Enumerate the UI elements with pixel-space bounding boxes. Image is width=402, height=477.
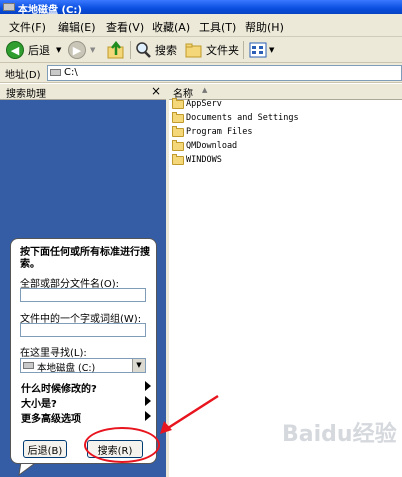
- lookin-select[interactable]: 本地磁盘 (C:) ▼: [20, 358, 146, 374]
- watermark: Baidu经验: [282, 422, 397, 447]
- phrase-input[interactable]: [20, 323, 146, 337]
- lookin-label: 在这里寻找(L):: [20, 348, 87, 359]
- back-button[interactable]: ◀ 后退 ▼: [6, 40, 61, 60]
- file-name: WINDOWS: [186, 155, 222, 165]
- option-label: 更多高级选项: [21, 414, 81, 425]
- chevron-down-icon: ▼: [90, 46, 96, 54]
- forward-button[interactable]: ▶ ▼: [68, 40, 95, 60]
- expand-arrow-icon: [145, 381, 151, 391]
- file-item[interactable]: Documents and Settings: [172, 111, 299, 125]
- back-search-button[interactable]: 后退(B): [23, 440, 67, 458]
- folder-icon: [172, 125, 184, 137]
- folder-icon: [185, 43, 202, 58]
- up-folder-icon: [107, 40, 124, 59]
- search-instructions: 按下面任何或所有标准进行搜索。: [20, 247, 150, 270]
- folders-button[interactable]: 文件夹: [185, 40, 239, 60]
- file-name: Documents and Settings: [186, 113, 299, 123]
- file-item[interactable]: QMDownload: [172, 139, 237, 153]
- file-name: AppServ: [186, 99, 222, 109]
- toolbar-separator: [130, 41, 131, 59]
- chevron-down-icon: ▼: [269, 46, 275, 54]
- up-folder-button[interactable]: [106, 40, 126, 60]
- lookin-value: 本地磁盘 (C:): [37, 363, 96, 374]
- search-pane-header: 搜索助理 ×: [0, 84, 168, 100]
- file-name: Program Files: [186, 127, 253, 137]
- expand-arrow-icon: [145, 411, 151, 421]
- title-bar: 本地磁盘 (C:): [0, 0, 402, 16]
- address-value: C:\: [64, 67, 78, 78]
- close-icon[interactable]: ×: [151, 84, 161, 98]
- file-item[interactable]: WINDOWS: [172, 153, 222, 167]
- search-label: 搜索: [155, 44, 177, 57]
- views-grid-icon: [249, 42, 267, 58]
- forward-arrow-icon: ▶: [68, 41, 86, 59]
- drive-icon: [23, 362, 34, 369]
- toolbar: ◀ 后退 ▼ ▶ ▼ 搜索 文件夹 ▼: [0, 37, 402, 63]
- menu-view[interactable]: 查看(V): [106, 19, 144, 35]
- menu-file[interactable]: 文件(F): [9, 19, 46, 35]
- menu-help[interactable]: 帮助(H): [245, 19, 284, 35]
- chevron-down-icon[interactable]: ▼: [132, 359, 145, 372]
- back-label: 后退: [28, 44, 50, 57]
- folder-icon: [172, 111, 184, 123]
- folder-icon: [172, 139, 184, 151]
- sort-ascending-icon: ▲: [202, 86, 208, 94]
- toolbar-separator: [243, 41, 244, 59]
- address-bar: 地址(D) C:\: [0, 63, 402, 83]
- file-item[interactable]: AppServ: [172, 97, 222, 111]
- file-name: QMDownload: [186, 141, 238, 151]
- address-label: 地址(D): [5, 70, 41, 81]
- menu-bar: 文件(F) 编辑(E) 查看(V) 收藏(A) 工具(T) 帮助(H): [0, 14, 402, 37]
- search-icon: [136, 42, 151, 58]
- folder-icon: [172, 97, 184, 109]
- option-label: 什么时候修改的?: [21, 384, 97, 395]
- back-arrow-icon: ◀: [6, 41, 24, 59]
- search-pane-title: 搜索助理: [6, 89, 46, 100]
- option-advanced[interactable]: 更多高级选项: [21, 410, 151, 425]
- drive-icon: [50, 69, 61, 76]
- drive-icon: [3, 3, 15, 11]
- expand-arrow-icon: [145, 396, 151, 406]
- search-button[interactable]: 搜索: [134, 40, 177, 60]
- annotation-highlight-ellipse: [84, 427, 160, 463]
- file-item[interactable]: Program Files: [172, 125, 253, 139]
- option-label: 大小是?: [21, 399, 57, 410]
- folders-label: 文件夹: [206, 44, 239, 57]
- views-button[interactable]: ▼: [249, 40, 274, 60]
- option-modified-date[interactable]: 什么时候修改的?: [21, 380, 151, 395]
- folder-icon: [172, 153, 184, 165]
- menu-favorites[interactable]: 收藏(A): [152, 19, 190, 35]
- menu-edit[interactable]: 编辑(E): [58, 19, 96, 35]
- menu-tools[interactable]: 工具(T): [199, 19, 236, 35]
- option-size[interactable]: 大小是?: [21, 395, 151, 410]
- chevron-down-icon: ▼: [56, 46, 62, 54]
- address-input[interactable]: C:\: [47, 65, 402, 81]
- filename-input[interactable]: [20, 288, 146, 302]
